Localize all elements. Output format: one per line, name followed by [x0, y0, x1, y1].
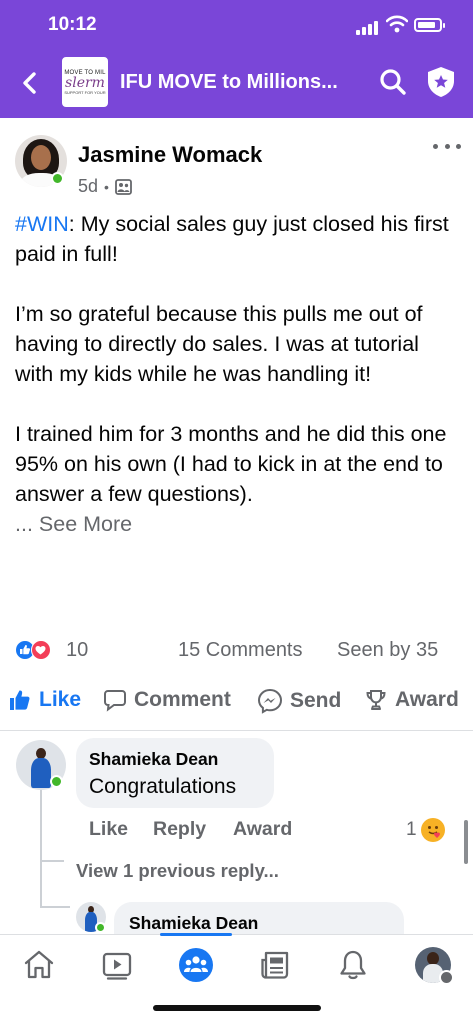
online-status-icon	[95, 922, 106, 933]
status-bar: 10:12	[0, 0, 473, 50]
comment-reaction-badge[interactable]: 1	[406, 818, 445, 842]
chevron-left-icon	[23, 72, 36, 94]
reply-author-name[interactable]: Shamieka Dean	[129, 913, 258, 934]
comment-text: Congratulations	[89, 775, 237, 798]
post-paragraph-2: I’m so grateful because this pulls me ou…	[15, 302, 423, 386]
group-nav-bar: MOVE TO MIL slerm SUPPORT FOR YOUR IFU M…	[0, 55, 473, 115]
status-time: 10:12	[48, 14, 97, 35]
ellipsis: ...	[15, 512, 39, 536]
menu-badge-icon	[439, 970, 454, 985]
send-button[interactable]: Send	[257, 688, 341, 714]
like-button[interactable]: Like	[8, 688, 81, 712]
tab-profile[interactable]	[413, 945, 454, 985]
love-reaction-icon	[31, 640, 51, 660]
comments-count[interactable]: 15 Comments	[178, 639, 303, 662]
tab-groups[interactable]	[176, 945, 216, 985]
shield-star-icon	[428, 67, 454, 97]
award-button[interactable]: Award	[364, 688, 459, 712]
care-reaction-icon	[420, 818, 445, 842]
hashtag-link[interactable]: #WIN	[15, 212, 69, 236]
messenger-icon	[257, 688, 283, 714]
back-button[interactable]	[14, 67, 46, 99]
reaction-icons[interactable]	[15, 639, 53, 661]
post-actions: Like Comment Send Award	[0, 688, 473, 722]
cellular-signal-icon	[356, 21, 378, 35]
seen-by-count[interactable]: Seen by 35	[337, 639, 438, 662]
thread-connector-reply	[40, 906, 70, 908]
groups-icon	[179, 948, 213, 982]
app-header: 10:12 MOVE TO MIL slerm SUPPORT FOR YOUR…	[0, 0, 473, 118]
home-indicator	[153, 1005, 321, 1011]
comment-award-button[interactable]: Award	[233, 818, 292, 841]
thread-line	[40, 786, 42, 906]
comment-bubble-icon	[104, 690, 126, 712]
comment-like-button[interactable]: Like	[89, 818, 128, 841]
tab-notifications[interactable]	[333, 945, 373, 985]
see-more-link[interactable]: See More	[39, 512, 132, 536]
comment-button[interactable]: Comment	[103, 688, 231, 712]
wifi-icon	[386, 15, 408, 33]
meta-separator: •	[104, 178, 109, 195]
tab-news[interactable]	[255, 945, 295, 985]
comment-actions: Like Reply Award	[0, 818, 473, 844]
thumbs-up-icon	[10, 690, 30, 710]
post-text: #WIN: My social sales guy just closed hi…	[15, 209, 460, 539]
commenter-name[interactable]: Shamieka Dean	[89, 749, 218, 770]
view-previous-replies[interactable]: View 1 previous reply...	[76, 860, 279, 882]
group-logo[interactable]: MOVE TO MIL slerm SUPPORT FOR YOUR	[62, 57, 108, 107]
tab-home[interactable]	[19, 945, 59, 985]
post-meta: 5d •	[78, 176, 132, 197]
active-tab-indicator	[160, 933, 232, 936]
post-paragraph-1: #WIN: My social sales guy just closed hi…	[15, 212, 449, 266]
tab-video[interactable]	[97, 945, 137, 985]
thread-connector	[40, 860, 64, 862]
home-icon	[24, 950, 54, 979]
group-title[interactable]: IFU MOVE to Millions...	[120, 71, 338, 94]
battery-icon	[414, 18, 445, 32]
comment-reaction-count: 1	[406, 819, 417, 840]
comment-reply-button[interactable]: Reply	[153, 818, 206, 841]
post-paragraph-3: I trained him for 3 months and he did th…	[15, 422, 447, 506]
comment-bubble[interactable]: Shamieka Dean Congratulations	[76, 738, 274, 808]
actions-divider	[0, 730, 473, 731]
online-status-icon	[51, 172, 64, 185]
admin-tools-button[interactable]	[426, 66, 456, 98]
scrollbar[interactable]	[464, 820, 468, 864]
bottom-tab-bar	[0, 933, 473, 1024]
post-time[interactable]: 5d	[78, 176, 98, 197]
post-author-name[interactable]: Jasmine Womack	[78, 142, 262, 168]
search-button[interactable]	[378, 67, 408, 97]
search-icon	[380, 69, 406, 95]
news-icon	[261, 951, 289, 979]
online-status-icon	[50, 775, 63, 788]
trophy-icon	[366, 690, 386, 710]
group-audience-icon	[115, 178, 132, 195]
post-options-button[interactable]	[433, 140, 461, 152]
video-icon	[102, 952, 132, 980]
bell-icon	[340, 950, 366, 980]
reaction-summary: 10 15 Comments Seen by 35	[15, 636, 460, 664]
reaction-count[interactable]: 10	[66, 639, 88, 662]
